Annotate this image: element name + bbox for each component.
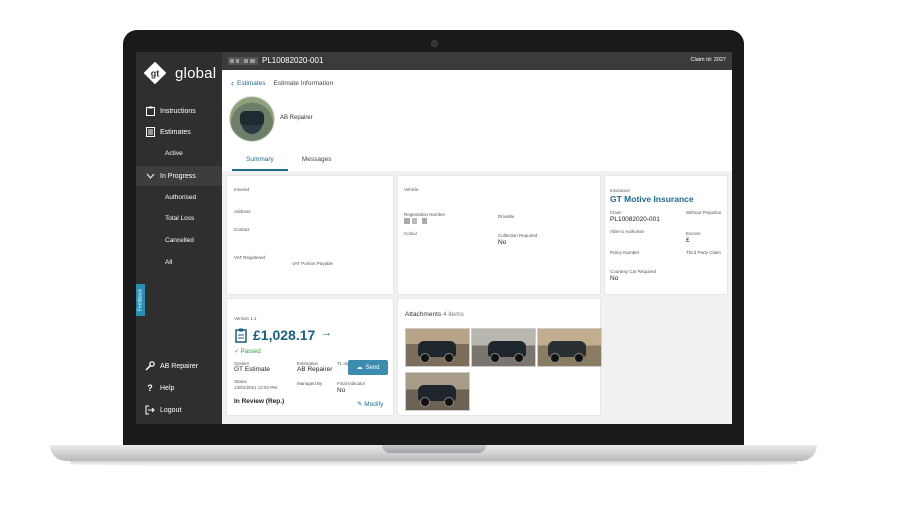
drivable-label: Drivable [498,214,515,219]
attachment-thumbnail[interactable] [537,328,602,367]
attachments-title: Attachments 4 items [405,311,464,318]
breadcrumb-back-link[interactable]: Estimates [237,80,266,87]
vat-registered-label: VAT Registered [234,255,266,260]
sidebar-item-in-progress[interactable]: In Progress [136,166,222,186]
logo-text: global [175,65,217,82]
collection-label: Collection Required [498,233,538,238]
document-icon [145,127,155,137]
sidebar-item-logout[interactable]: Logout [136,400,222,420]
sidebar-item-label: In Progress [160,172,196,180]
sidebar-item-label: Logout [160,406,182,414]
tab-messages[interactable]: Messages [288,154,346,171]
final-indicator-value: No [337,387,346,394]
arrow-right-icon[interactable]: → [321,327,332,339]
cloud-upload-icon: ☁ [356,365,363,371]
clipboard-icon [145,106,155,116]
contact-label: Contact [234,227,250,232]
without-prejudice-label: Without Prejudice [686,210,722,215]
sidebar-item-active[interactable]: Active [165,150,183,157]
tab-bar: Summary Messages [232,154,345,171]
feedback-tab[interactable]: Feedback [136,284,145,316]
sidebar-item-label: Help [160,384,175,392]
chevron-down-icon [145,171,155,181]
sidebar-item-authorised[interactable]: Authorised [165,194,196,201]
able-to-authorise-label: Able to Authorise [610,229,645,234]
sidebar-item-help[interactable]: ? Help [136,378,222,398]
top-bar: PL10082020-001 Claim Id: 2027 [222,52,732,70]
vehicle-avatar [229,96,275,142]
repairer-name: AB Repairer [280,115,313,121]
address-label: Address [234,209,251,214]
version-label: Version 1.1 [234,316,257,321]
sidebar-item-estimates[interactable]: Estimates [136,122,222,142]
colour-label: Colour [404,231,418,236]
webcam [431,40,438,47]
sidebar-item-instructions[interactable]: Instructions [136,101,222,121]
estimate-document-icon [235,328,247,343]
final-indicator-label: Final Indicator [337,381,366,386]
status-date: 13/01/2021 12:02 PM [234,385,278,390]
collection-value: No [498,239,507,246]
sidebar: gt global Instructions Estimates Active … [136,52,222,424]
excess-label: Excess [686,231,701,236]
claim-number: PL10082020-001 [262,56,324,65]
sidebar-item-all[interactable]: All [165,259,172,266]
send-button[interactable]: ☁ Send [348,360,388,375]
customer-card: Insured Address Contact VAT Registered V… [227,176,393,294]
logout-icon [145,405,155,415]
estimate-header: ‹ Estimates Estimate Information AB Repa… [222,70,732,171]
insured-label: Insured [234,187,250,192]
insurer-name: GT Motive Insurance [610,194,694,204]
estimate-state: In Review (Rep.) [234,398,285,405]
estimation-value: AB Repairer [297,366,333,373]
claim-label: Claim [610,210,622,215]
attachment-thumbnail[interactable] [471,328,536,367]
vehicle-card: Vehicle Registration Number Drivable Col… [398,176,600,294]
sidebar-item-total-loss[interactable]: Total Loss [165,215,194,222]
registration-plate-icon [404,218,427,224]
breadcrumb: ‹ Estimates Estimate Information [231,78,333,88]
third-party-label: Third Party Claim [686,250,721,255]
courtesy-car-label: Courtesy Car Required [610,269,657,274]
attachment-thumbnail[interactable] [405,372,470,411]
claim-value: PL10082020-001 [610,216,660,223]
wrench-icon [145,361,155,371]
app-screen: gt global Instructions Estimates Active … [136,52,732,424]
sidebar-item-label: Estimates [160,128,191,136]
estimate-card: Version 1.1 £1,028.17 → ✓ Passed System … [227,299,393,415]
check-icon: ✓ [234,349,241,355]
svg-text:gt: gt [151,69,160,79]
estimate-amount[interactable]: £1,028.17 [253,327,315,343]
status-label: Status [234,379,247,384]
sidebar-item-label: Instructions [160,107,196,115]
insurance-card: Insurance GT Motive Insurance Claim PL10… [605,176,727,294]
sidebar-item-label: AB Repairer [160,362,199,370]
courtesy-car-value: No [610,275,619,282]
insurance-label: Insurance [610,188,630,193]
vat-portion-label: VAT Portion Payable [292,261,334,266]
question-icon: ? [147,383,153,393]
logo-mark-icon: gt [144,62,166,84]
laptop-notch [382,445,486,453]
laptop-shadow [70,461,797,467]
passed-status: ✓ Passed [234,349,261,355]
sidebar-item-cancelled[interactable]: Cancelled [165,237,194,244]
excess-value: £ [686,237,690,244]
modify-link[interactable]: ✎ Modify [357,400,383,408]
attachment-thumbnail[interactable] [405,328,470,367]
logo[interactable]: gt global [142,62,220,86]
registration-plate-icon [228,57,258,65]
sidebar-item-ab-repairer[interactable]: AB Repairer [136,356,222,376]
chevron-left-icon[interactable]: ‹ [231,78,234,88]
claim-id: Claim Id: 2027 [690,57,726,63]
managed-by-label: Managed By [297,381,323,386]
attachments-card: Attachments 4 items [398,299,602,415]
registration-label: Registration Number [404,212,446,217]
tab-summary[interactable]: Summary [232,154,288,171]
policy-number-label: Policy Number [610,250,640,255]
vehicle-label: Vehicle [404,187,419,192]
system-value: GT Estimate [234,366,271,373]
breadcrumb-current: Estimate Information [273,79,334,87]
